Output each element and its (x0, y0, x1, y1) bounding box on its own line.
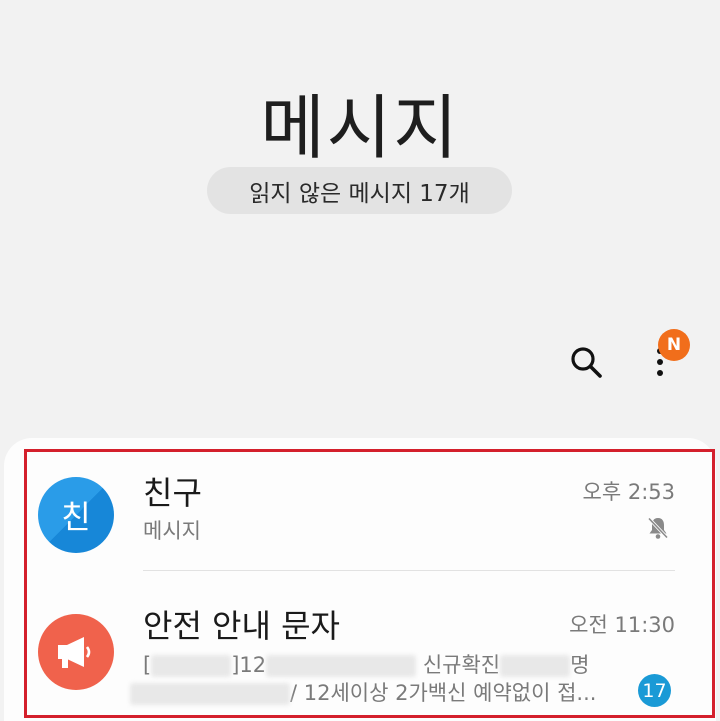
highlight-box (24, 449, 715, 718)
search-button[interactable] (566, 342, 606, 382)
unread-summary-text: 읽지 않은 메시지 17개 (249, 180, 470, 207)
new-badge: N (658, 329, 690, 361)
page-title: 메시지 (260, 87, 460, 169)
unread-summary-pill[interactable]: 읽지 않은 메시지 17개 (207, 167, 512, 214)
search-icon (571, 347, 602, 378)
